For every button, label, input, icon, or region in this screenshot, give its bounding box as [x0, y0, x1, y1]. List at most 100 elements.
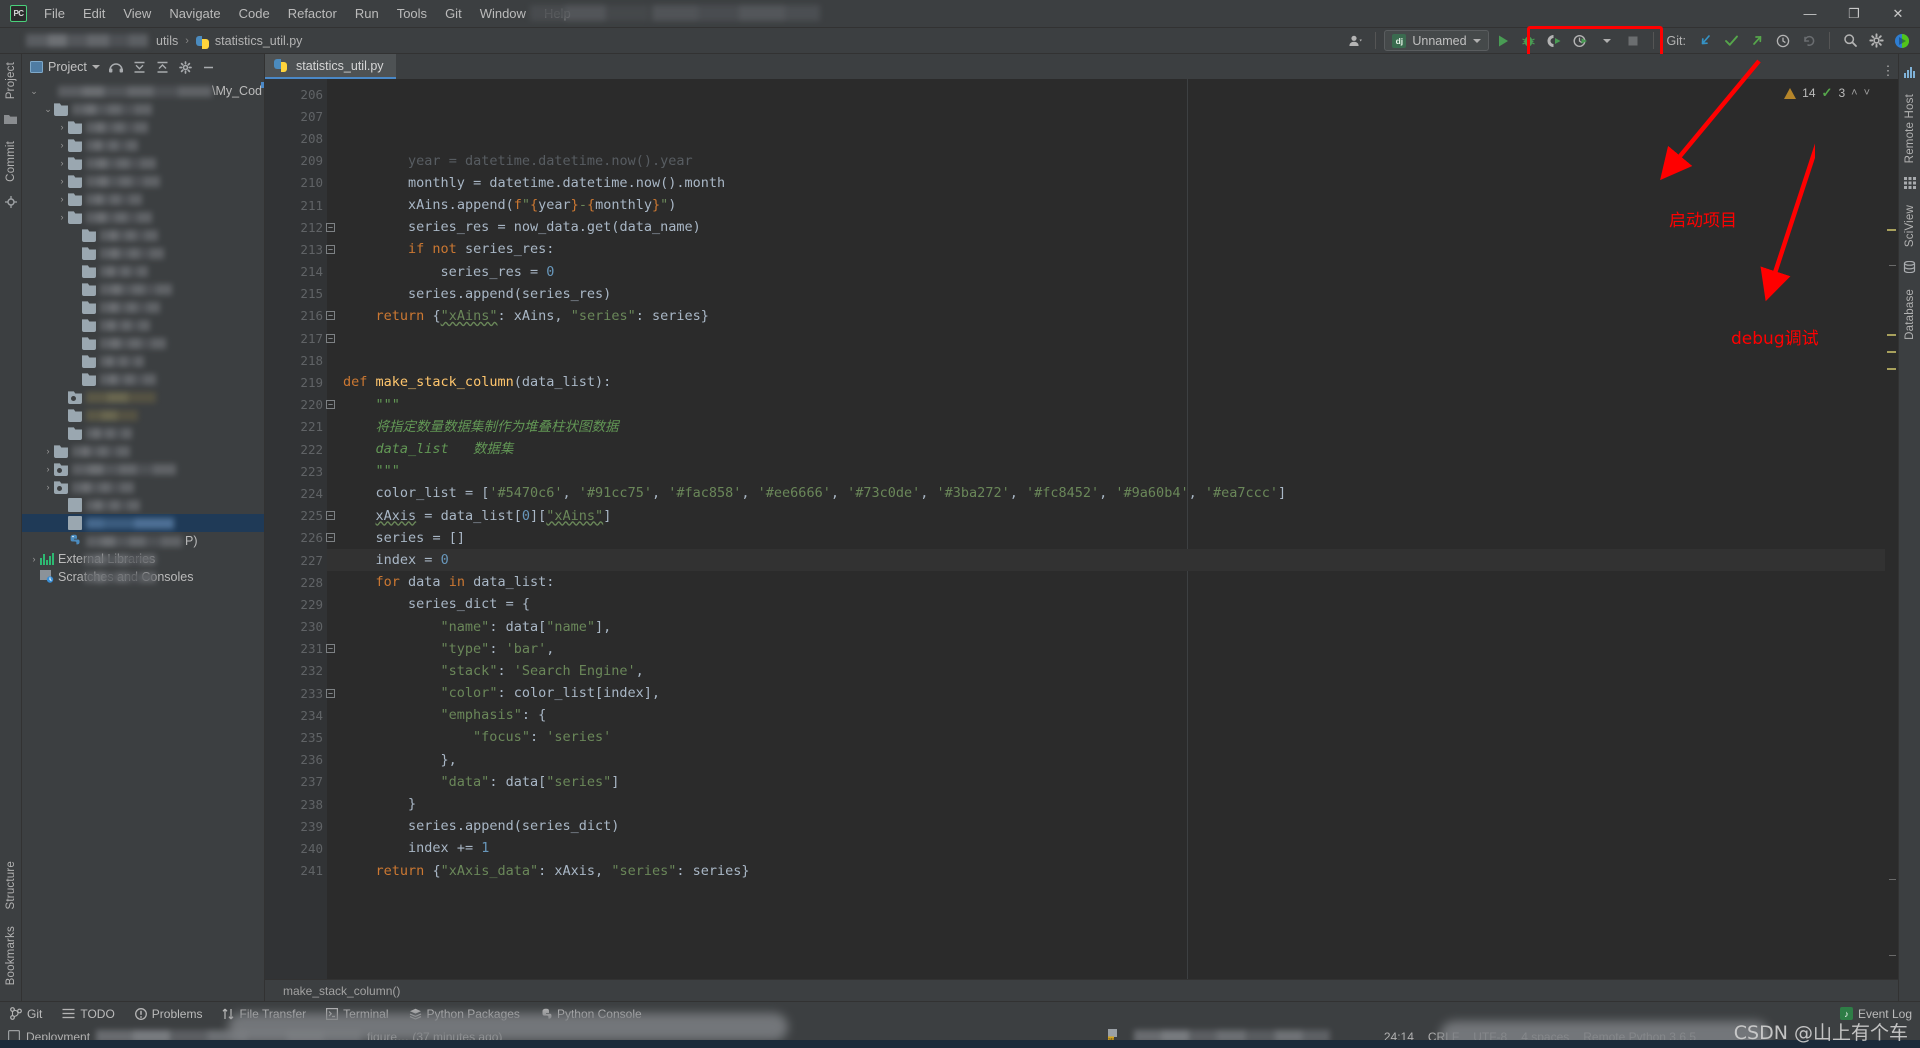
- code-line[interactable]: 将指定数量数据集制作为堆叠柱状图数据: [327, 416, 1898, 438]
- tree-row[interactable]: [22, 298, 264, 316]
- tree-row[interactable]: ›: [22, 136, 264, 154]
- tree-row[interactable]: P): [22, 532, 264, 550]
- code-line[interactable]: """: [327, 394, 1898, 416]
- sidebar-tab-structure[interactable]: Structure: [5, 853, 17, 917]
- close-button[interactable]: ✕: [1876, 0, 1920, 28]
- line-number-gutter[interactable]: 206 207 208 209 210 211 212 213 214 215 216 217 218 2…: [265, 79, 335, 979]
- tree-expand-arrow-icon[interactable]: ›: [56, 140, 68, 150]
- sidebar-tab-database[interactable]: Database: [1904, 281, 1916, 348]
- code-line[interactable]: data_list 数据集: [327, 438, 1898, 460]
- code-line[interactable]: xAins.append(f"{year}-{monthly}"): [327, 194, 1898, 216]
- tree-expand-arrow-icon[interactable]: ›: [42, 446, 54, 456]
- settings-gear-icon[interactable]: [1864, 30, 1888, 52]
- tree-row[interactable]: [22, 244, 264, 262]
- code-line[interactable]: index = 0: [327, 548, 1898, 572]
- menu-git[interactable]: Git: [436, 3, 471, 24]
- tree-row[interactable]: [22, 388, 264, 406]
- hide-tabs-icon[interactable]: [106, 57, 127, 78]
- code-line[interactable]: series.append(series_res): [327, 283, 1898, 305]
- history-icon[interactable]: [1771, 30, 1795, 52]
- run-with-coverage-button[interactable]: [1543, 30, 1567, 52]
- breadcrumb-project-redacted[interactable]: [26, 34, 148, 47]
- tree-expand-arrow-icon[interactable]: ›: [42, 482, 54, 492]
- tree-row[interactable]: [22, 424, 264, 442]
- method-breadcrumb[interactable]: make_stack_column(): [265, 979, 1898, 1001]
- tree-row[interactable]: [22, 406, 264, 424]
- tree-row[interactable]: [22, 370, 264, 388]
- folder-icon[interactable]: [4, 113, 17, 127]
- breadcrumb-file[interactable]: statistics_util.py: [215, 34, 303, 48]
- code-line[interactable]: [327, 926, 1898, 948]
- tree-row[interactable]: [22, 514, 264, 532]
- run-button[interactable]: [1491, 30, 1515, 52]
- code-editor[interactable]: year = datetime.datetime.now().year mont…: [327, 79, 1898, 979]
- code-line[interactable]: "stack": 'Search Engine',: [327, 660, 1898, 682]
- profile-button[interactable]: [1569, 30, 1593, 52]
- code-line[interactable]: series = []: [327, 527, 1898, 549]
- tree-row[interactable]: Scratches and Consoles: [22, 568, 264, 586]
- breadcrumb-folder[interactable]: utils: [156, 34, 178, 48]
- tree-row[interactable]: ›: [22, 442, 264, 460]
- tree-expand-arrow-icon[interactable]: ›: [56, 122, 68, 132]
- tree-expand-arrow-icon[interactable]: ›: [28, 554, 40, 564]
- code-line[interactable]: return {"xAxis_data": xAxis, "series": s…: [327, 860, 1898, 882]
- menu-edit[interactable]: Edit: [74, 3, 114, 24]
- minimize-button[interactable]: —: [1788, 0, 1832, 28]
- tree-row[interactable]: ›: [22, 478, 264, 496]
- code-line[interactable]: },: [327, 749, 1898, 771]
- run-configuration-selector[interactable]: dj Unnamed: [1384, 30, 1489, 51]
- code-line[interactable]: def make_stack_column(data_list):: [327, 371, 1898, 393]
- code-line[interactable]: "type": 'bar',: [327, 638, 1898, 660]
- editor-marker-rail[interactable]: [1885, 79, 1898, 979]
- code-line[interactable]: "focus": 'series': [327, 726, 1898, 748]
- tree-expand-arrow-icon[interactable]: ›: [56, 212, 68, 222]
- tree-row[interactable]: ›: [22, 172, 264, 190]
- editor-tabs-overflow-icon[interactable]: ⋮: [1878, 63, 1898, 79]
- push-icon[interactable]: [1745, 30, 1769, 52]
- code-line[interactable]: monthly = datetime.datetime.now().month: [327, 172, 1898, 194]
- tree-expand-arrow-icon[interactable]: ⌄: [28, 86, 40, 97]
- tree-row[interactable]: ⌄ \My_Cod: [22, 82, 264, 100]
- stop-button[interactable]: [1621, 30, 1645, 52]
- next-problem-icon[interactable]: ˅: [1864, 87, 1870, 99]
- code-line[interactable]: color_list = ['#5470c6', '#91cc75', '#fa…: [327, 482, 1898, 504]
- rollback-icon[interactable]: [1797, 30, 1821, 52]
- menu-navigate[interactable]: Navigate: [160, 3, 229, 24]
- code-line[interactable]: year = datetime.datetime.now().year: [327, 150, 1898, 172]
- sidebar-tab-sciview[interactable]: SciView: [1904, 197, 1916, 255]
- hide-panel-icon[interactable]: [198, 57, 219, 78]
- tree-expand-arrow-icon[interactable]: ⌄: [42, 104, 54, 115]
- tool-window-problems[interactable]: Problems: [125, 1002, 213, 1025]
- code-line[interactable]: [327, 904, 1898, 926]
- tool-window-todo[interactable]: TODO: [52, 1002, 124, 1025]
- tree-expand-arrow-icon[interactable]: ›: [56, 176, 68, 186]
- code-line[interactable]: [327, 882, 1898, 904]
- menu-refactor[interactable]: Refactor: [279, 3, 346, 24]
- code-line[interactable]: "color": color_list[index],: [327, 682, 1898, 704]
- tree-row[interactable]: ›External Libraries: [22, 550, 264, 568]
- menu-window[interactable]: Window: [471, 3, 535, 24]
- tree-expand-arrow-icon[interactable]: ›: [56, 158, 68, 168]
- menu-tools[interactable]: Tools: [388, 3, 436, 24]
- tree-row[interactable]: ›: [22, 154, 264, 172]
- maximize-button[interactable]: ❐: [1832, 0, 1876, 28]
- more-run-options-icon[interactable]: [1595, 30, 1619, 52]
- code-line[interactable]: series.append(series_dict): [327, 815, 1898, 837]
- tree-row[interactable]: [22, 352, 264, 370]
- code-line[interactable]: "name": data["name"],: [327, 616, 1898, 638]
- tree-expand-arrow-icon[interactable]: ›: [42, 464, 54, 474]
- tool-window-git[interactable]: Git: [0, 1002, 52, 1025]
- sidebar-tab-project[interactable]: Project: [5, 54, 17, 107]
- tree-expand-arrow-icon[interactable]: ›: [56, 194, 68, 204]
- code-line[interactable]: series_res = 0: [327, 261, 1898, 283]
- tree-row[interactable]: ›: [22, 460, 264, 478]
- code-line[interactable]: return {"xAins": xAins, "series": series…: [327, 305, 1898, 327]
- sidebar-tab-bookmarks[interactable]: Bookmarks: [5, 918, 17, 993]
- sidebar-tab-commit[interactable]: Commit: [5, 133, 17, 190]
- sciview-icon[interactable]: [1903, 177, 1916, 191]
- code-line[interactable]: index += 1: [327, 837, 1898, 859]
- user-account-icon[interactable]: [1343, 30, 1367, 52]
- code-line[interactable]: if not series_res:: [327, 238, 1898, 260]
- menu-run[interactable]: Run: [346, 3, 388, 24]
- commit-icon[interactable]: [1719, 30, 1743, 52]
